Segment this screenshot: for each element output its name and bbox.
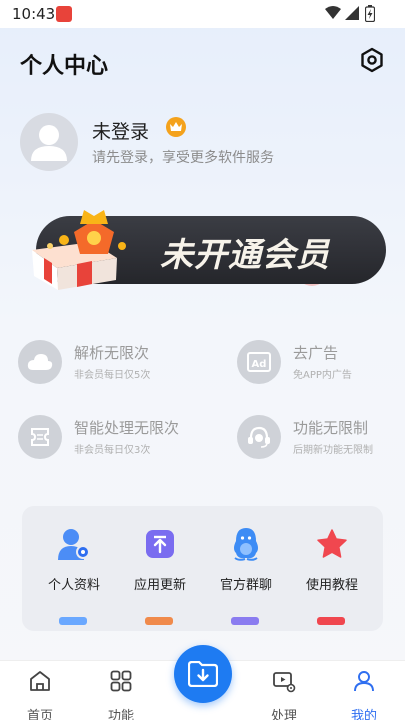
settings-hexagon-icon <box>361 47 383 73</box>
tool-label: 应用更新 <box>133 578 186 593</box>
cloud-icon <box>18 340 62 384</box>
next-row-icon-peek <box>231 617 259 625</box>
nav-functions[interactable]: 功能 <box>91 669 151 720</box>
upload-icon <box>142 526 178 562</box>
signal-icon <box>345 6 359 20</box>
svg-text:Ad: Ad <box>252 359 267 370</box>
next-row-icon-peek <box>145 617 173 625</box>
battery-icon <box>365 5 375 22</box>
avatar[interactable] <box>20 113 78 171</box>
app-notification-icon <box>56 6 72 22</box>
status-icons <box>325 6 359 20</box>
tool-label: 使用教程 <box>305 578 358 593</box>
benefit-title: 去广告 <box>293 344 339 362</box>
benefit-item: 解析无限次 非会员每日仅5次 <box>18 340 198 388</box>
next-row-icon-peek <box>59 617 87 625</box>
crown-icon <box>166 117 186 137</box>
tool-label: 官方群聊 <box>219 578 272 593</box>
tool-personal-info[interactable]: 个人资料 <box>29 526 119 593</box>
tools-card: 个人资料 应用更新 官方群聊 使用教程 <box>22 506 383 631</box>
ticket-icon <box>18 415 62 459</box>
nav-label: 功能 <box>107 709 134 720</box>
nav-label: 首页 <box>26 709 53 720</box>
benefit-title: 解析无限次 <box>74 344 150 362</box>
settings-button[interactable] <box>358 46 386 74</box>
login-prompt[interactable]: 请先登录，享受更多软件服务 <box>92 147 274 167</box>
wifi-icon <box>325 6 341 19</box>
benefit-subtitle: 非会员每日仅5次 <box>74 370 151 381</box>
benefit-title: 功能无限制 <box>293 419 369 437</box>
user-profile-icon <box>56 526 92 562</box>
nav-label: 处理 <box>270 709 297 720</box>
user-name[interactable]: 未登录 <box>92 117 149 144</box>
page-title: 个人中心 <box>20 54 109 79</box>
benefit-item: 功能无限制 后期新功能无限制 <box>237 415 405 463</box>
benefit-subtitle: 非会员每日仅3次 <box>74 445 151 456</box>
download-folder-icon <box>188 661 218 687</box>
tool-official-group[interactable]: 官方群聊 <box>201 526 291 593</box>
benefit-item: 智能处理无限次 非会员每日仅3次 <box>18 415 198 463</box>
gift-box-icon <box>32 210 126 290</box>
tool-app-update[interactable]: 应用更新 <box>115 526 205 593</box>
status-time: 10:43 <box>12 5 56 23</box>
tool-label: 个人资料 <box>47 578 100 593</box>
benefit-subtitle: 后期新功能无限制 <box>293 445 373 456</box>
tool-tutorial[interactable]: 使用教程 <box>287 526 377 593</box>
qq-penguin-icon <box>228 526 264 562</box>
next-row-icon-peek <box>317 617 345 625</box>
default-avatar-icon <box>31 125 67 161</box>
vip-banner[interactable]: 未开通会员 <box>22 210 386 290</box>
process-icon <box>273 672 296 693</box>
headset-icon <box>237 415 281 459</box>
ad-icon: Ad <box>237 340 281 384</box>
home-icon <box>30 671 50 691</box>
download-fab[interactable] <box>174 645 232 703</box>
benefit-title: 智能处理无限次 <box>74 419 180 437</box>
benefit-subtitle: 免APP内广告 <box>293 370 352 381</box>
person-icon <box>354 671 374 692</box>
nav-process[interactable]: 处理 <box>254 669 314 720</box>
nav-mine[interactable]: 我的 <box>334 669 394 720</box>
nav-label: 我的 <box>350 709 377 720</box>
vip-status-label: 未开通会员 <box>160 235 330 274</box>
star-icon <box>314 526 350 562</box>
grid-icon <box>110 670 132 692</box>
benefit-item: Ad 去广告 免APP内广告 <box>237 340 405 388</box>
status-bar: 10:43 <box>0 0 405 28</box>
nav-home[interactable]: 首页 <box>10 669 70 720</box>
